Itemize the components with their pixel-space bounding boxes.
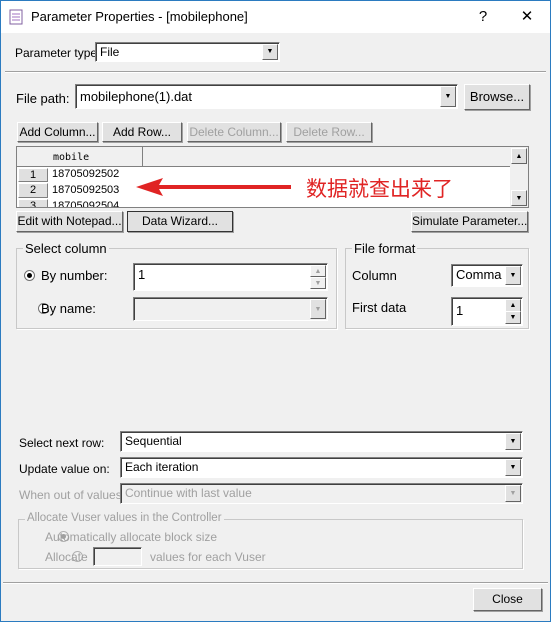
spin-down-icon[interactable]: ▼ — [310, 277, 326, 289]
column-format-label: Column — [352, 268, 397, 283]
divider — [5, 71, 546, 73]
out-of-values-label: When out of values: — [19, 488, 126, 502]
add-column-button[interactable]: Add Column... — [17, 122, 98, 142]
row-number[interactable]: 2 — [18, 183, 48, 198]
parameter-type-value: File — [100, 45, 120, 59]
chevron-down-icon[interactable]: ▼ — [262, 44, 278, 60]
red-arrow-annotation — [136, 178, 291, 196]
help-button[interactable]: ? — [463, 5, 503, 29]
column-header-mobile[interactable]: mobile — [53, 152, 89, 163]
file-path-combo[interactable]: mobilephone(1).dat ▼ — [75, 84, 458, 109]
chevron-down-icon[interactable]: ▼ — [505, 433, 521, 450]
file-path-value: mobilephone(1).dat — [80, 89, 193, 104]
add-row-button[interactable]: Add Row... — [102, 122, 182, 142]
chevron-down-icon[interactable]: ▼ — [505, 459, 521, 476]
by-number-radio[interactable] — [24, 270, 35, 281]
column-delimiter-value: Comma — [456, 267, 502, 282]
divider — [142, 147, 143, 167]
vertical-scrollbar[interactable]: ▲ ▼ — [510, 147, 528, 207]
delete-column-button[interactable]: Delete Column... — [187, 122, 281, 142]
out-of-values-select[interactable]: Continue with last value ▼ — [120, 483, 523, 504]
allocate-legend: Allocate Vuser values in the Controller — [25, 512, 224, 524]
chevron-down-icon[interactable]: ▼ — [310, 299, 326, 319]
title-bar[interactable]: Parameter Properties - [mobilephone] ? ✕ — [1, 1, 550, 33]
chevron-down-icon[interactable]: ▼ — [440, 86, 456, 107]
first-data-spinner[interactable]: 1 ▲ ▼ — [451, 297, 523, 326]
out-of-values-value: Continue with last value — [125, 486, 252, 500]
update-value-value: Each iteration — [125, 460, 199, 474]
allocate-label: Allocate — [45, 550, 88, 564]
allocate-suffix-label: values for each Vuser — [150, 550, 266, 564]
scroll-up-icon[interactable]: ▲ — [511, 148, 527, 164]
annotation-text: 数据就查出来了 — [306, 177, 453, 201]
window-title: Parameter Properties - [mobilephone] — [31, 9, 248, 24]
update-value-select[interactable]: Each iteration ▼ — [120, 457, 523, 478]
auto-allocate-label: Automatically allocate block size — [45, 530, 218, 544]
by-number-label: By number: — [41, 268, 108, 283]
data-wizard-button[interactable]: Data Wizard... — [127, 211, 233, 232]
delete-row-button[interactable]: Delete Row... — [286, 122, 372, 142]
spin-down-icon[interactable]: ▼ — [505, 311, 521, 324]
by-number-value: 1 — [138, 267, 146, 282]
row-number[interactable]: 1 — [18, 168, 48, 182]
by-name-label: By name: — [41, 301, 96, 316]
close-button[interactable]: Close — [473, 588, 542, 611]
grid-header — [17, 147, 510, 167]
grid-cell[interactable]: 18705092502 — [52, 168, 119, 180]
browse-button[interactable]: Browse... — [464, 84, 530, 110]
grid-cell[interactable]: 18705092504 — [52, 200, 119, 207]
scroll-down-icon[interactable]: ▼ — [511, 190, 527, 206]
allocate-count-input[interactable] — [93, 547, 142, 566]
select-next-row-value: Sequential — [125, 434, 182, 448]
first-data-label: First data — [352, 300, 407, 315]
parameter-type-label: Parameter type: — [15, 46, 101, 60]
file-format-legend: File format — [352, 241, 418, 256]
by-number-input[interactable]: 1 ▲ ▼ — [133, 263, 328, 291]
parameter-type-select[interactable]: File ▼ — [95, 42, 280, 62]
file-path-label: File path: — [16, 91, 70, 106]
parameter-properties-dialog: Parameter Properties - [mobilephone] ? ✕… — [0, 0, 551, 622]
by-name-select[interactable]: ▼ — [133, 297, 328, 321]
parameter-properties-icon — [9, 9, 23, 25]
column-delimiter-select[interactable]: Comma ▼ — [451, 264, 523, 287]
row-number[interactable]: 3 — [18, 199, 48, 207]
simulate-parameter-button[interactable]: Simulate Parameter... — [411, 211, 528, 232]
edit-with-notepad-button[interactable]: Edit with Notepad... — [16, 211, 123, 232]
select-next-row-label: Select next row: — [19, 436, 105, 450]
divider — [3, 582, 548, 584]
select-column-legend: Select column — [23, 241, 109, 256]
chevron-down-icon[interactable]: ▼ — [505, 485, 521, 502]
close-window-button[interactable]: ✕ — [507, 5, 547, 29]
first-data-value: 1 — [456, 303, 464, 318]
chevron-down-icon[interactable]: ▼ — [505, 266, 521, 285]
update-value-label: Update value on: — [19, 462, 110, 476]
select-next-row-select[interactable]: Sequential ▼ — [120, 431, 523, 452]
spin-up-icon[interactable]: ▲ — [310, 265, 326, 277]
grid-cell[interactable]: 18705092503 — [52, 184, 119, 196]
